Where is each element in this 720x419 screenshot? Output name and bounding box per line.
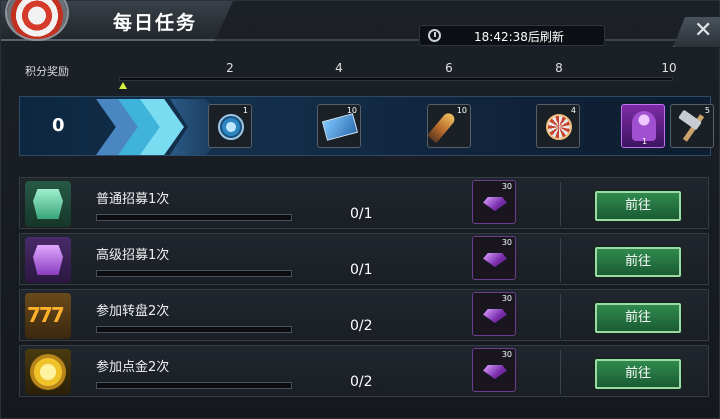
task-progress-bar	[96, 214, 292, 221]
wheel-icon	[546, 114, 572, 140]
task-row: 参加转盘2次 0/2 30 前往	[19, 289, 709, 341]
task-name: 参加转盘2次	[96, 304, 170, 319]
close-icon: ✕	[694, 18, 713, 43]
reward-item-coin[interactable]: 1	[208, 104, 252, 148]
reward-count: 10	[346, 106, 357, 115]
divider	[560, 238, 561, 282]
task-progress-bar	[96, 382, 292, 389]
reward-count: 10	[456, 106, 467, 115]
reward-count: 1	[242, 106, 248, 115]
daily-tasks-panel: 每日任务 18:42:38后刷新 ✕ 积分奖励 2 4 6 8 10 0 1 1…	[0, 0, 720, 419]
reward-item-hero[interactable]: 1	[621, 104, 665, 148]
points-tick: 2	[226, 61, 234, 75]
task-progress-text: 0/1	[350, 262, 373, 278]
go-button[interactable]: 前往	[595, 359, 681, 389]
task-name: 参加点金2次	[96, 360, 170, 375]
task-progress-text: 0/2	[350, 318, 373, 334]
points-marker-icon	[119, 82, 127, 89]
reward-item-hammer[interactable]: 5	[670, 104, 714, 148]
points-tick: 8	[555, 61, 563, 75]
page-title: 每日任务	[113, 12, 198, 34]
shell-icon	[428, 110, 457, 144]
reward-count: 1	[642, 137, 648, 146]
task-row: 参加点金2次 0/2 30 前往	[19, 345, 709, 397]
task-row: 高级招募1次 0/1 30 前往	[19, 233, 709, 285]
stopwatch-icon	[428, 29, 441, 42]
points-tick: 4	[335, 61, 343, 75]
task-progress-bar	[96, 326, 292, 333]
divider	[560, 294, 561, 338]
refresh-timer-text: 18:42:38后刷新	[474, 30, 564, 44]
task-name: 普通招募1次	[96, 192, 170, 207]
points-tick: 10	[661, 61, 677, 75]
reward-count: 4	[570, 106, 576, 115]
coin-icon	[218, 114, 244, 140]
purple-chest-icon	[25, 237, 71, 283]
divider	[560, 350, 561, 394]
reward-item-ticket[interactable]: 10	[317, 104, 361, 148]
current-points: 0	[52, 115, 65, 136]
purple-gem-icon	[483, 197, 507, 211]
purple-gem-icon	[483, 253, 507, 267]
points-tick: 6	[445, 61, 453, 75]
slot-777-icon	[25, 293, 71, 339]
reward-count: 5	[704, 106, 710, 115]
green-chest-icon	[25, 181, 71, 227]
go-button[interactable]: 前往	[595, 191, 681, 221]
points-progress-bar	[119, 77, 673, 81]
purple-gem-icon	[483, 365, 507, 379]
reward-item-shell[interactable]: 10	[427, 104, 471, 148]
reward-count: 30	[501, 294, 512, 303]
ticket-icon	[321, 113, 359, 141]
refresh-timer: 18:42:38后刷新	[419, 25, 605, 46]
task-reward-item[interactable]: 30	[472, 180, 516, 224]
task-progress-text: 0/2	[350, 374, 373, 390]
reward-strip: 0 1 10 10 4 1 5	[19, 96, 714, 156]
task-name: 高级招募1次	[96, 248, 170, 263]
reward-count: 30	[501, 182, 512, 191]
reward-count: 30	[501, 350, 512, 359]
reward-count: 30	[501, 238, 512, 247]
task-row: 普通招募1次 0/1 30 前往	[19, 177, 709, 229]
reward-item-wheel[interactable]: 4	[536, 104, 580, 148]
task-reward-item[interactable]: 30	[472, 236, 516, 280]
go-button[interactable]: 前往	[595, 303, 681, 333]
close-button[interactable]: ✕	[673, 17, 720, 47]
hammer-icon	[677, 111, 709, 143]
task-reward-item[interactable]: 30	[472, 292, 516, 336]
points-reward-label: 积分奖励	[25, 65, 69, 78]
task-progress-bar	[96, 270, 292, 277]
task-progress-text: 0/1	[350, 206, 373, 222]
purple-gem-icon	[483, 309, 507, 323]
go-button[interactable]: 前往	[595, 247, 681, 277]
divider	[560, 182, 561, 226]
gold-coin-icon	[25, 349, 71, 395]
task-reward-item[interactable]: 30	[472, 348, 516, 392]
